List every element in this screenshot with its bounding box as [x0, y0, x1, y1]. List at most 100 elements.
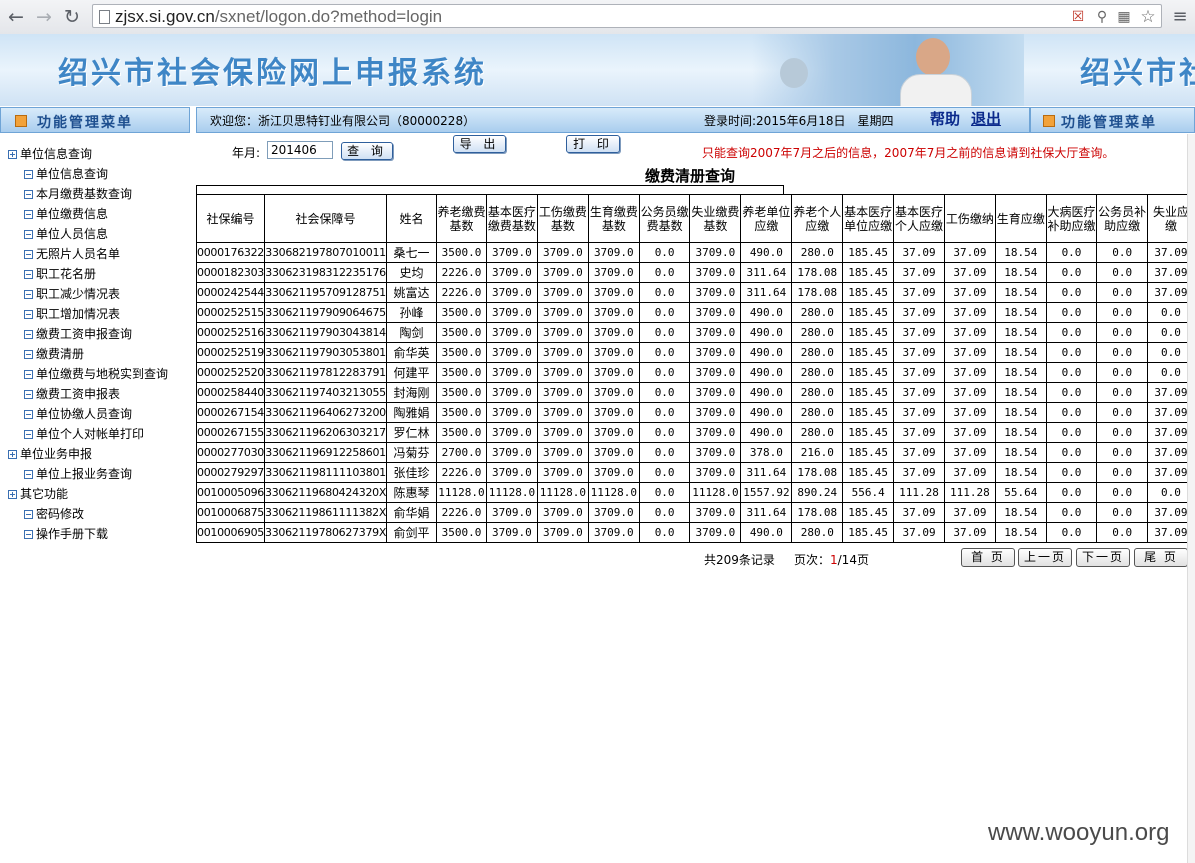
table-title: 缴费清册查询 — [645, 167, 736, 185]
first-page-button[interactable]: 首 页 — [961, 548, 1015, 567]
translate-icon[interactable]: ▦ — [1115, 9, 1133, 25]
table-cell: 3500.0 — [435, 382, 487, 403]
table-cell: 3709.0 — [689, 262, 742, 283]
bookmark-star-icon[interactable]: ☆ — [1139, 9, 1157, 26]
back-icon[interactable]: ← — [4, 5, 28, 29]
table-cell: 陶雅娟 — [386, 402, 437, 423]
table-cell: 3709.0 — [587, 342, 640, 363]
table-cell: 3709.0 — [689, 522, 742, 543]
table-cell: 330621196206303217 — [263, 422, 388, 443]
table-cell: 490.0 — [740, 522, 793, 543]
table-cell: 185.45 — [842, 322, 895, 343]
tree-item[interactable]: 单位个人对帐单打印 — [24, 426, 144, 442]
tree-item[interactable]: 无照片人员名单 — [24, 246, 120, 262]
function-menu-right[interactable]: 功能管理菜单 — [1030, 107, 1195, 133]
function-menu-left[interactable]: 功能管理菜单 — [0, 107, 190, 133]
table-cell: 3500.0 — [435, 342, 487, 363]
table-cell: 0.0 — [638, 482, 691, 503]
menu-icon[interactable]: ≡ — [1168, 5, 1192, 29]
tree-item[interactable]: 缴费工资申报查询 — [24, 326, 132, 342]
table-cell: 3709.0 — [536, 342, 589, 363]
table-cell: 37.09 — [943, 282, 996, 303]
table-cell: 0.0 — [1045, 462, 1098, 483]
table-cell: 185.45 — [842, 422, 895, 443]
tree-item[interactable]: 单位缴费信息 — [24, 206, 108, 222]
column-header: 失业缴费基数 — [689, 194, 742, 243]
table-cell: 0.0 — [638, 362, 691, 383]
collapse-icon — [24, 350, 33, 359]
table-cell: 185.45 — [842, 362, 895, 383]
table-cell: 3709.0 — [485, 522, 538, 543]
table-cell: 3500.0 — [435, 242, 487, 263]
tree-item[interactable]: 缴费工资申报表 — [24, 386, 120, 402]
table-cell: 2700.0 — [435, 442, 487, 463]
table-cell: 0.0 — [638, 282, 691, 303]
tree-item[interactable]: 单位协缴人员查询 — [24, 406, 132, 422]
tree-item[interactable]: 单位上报业务查询 — [24, 466, 132, 482]
table-cell: 3709.0 — [689, 322, 742, 343]
tree-group-business[interactable]: 单位业务申报 — [8, 446, 92, 462]
table-cell: 280.0 — [791, 302, 844, 323]
tree-item[interactable]: 单位信息查询 — [24, 166, 108, 182]
table-cell: 18.54 — [994, 442, 1047, 463]
help-link[interactable]: 帮助 — [930, 108, 960, 129]
table-row: 0000182303 330623198312235176 史均 2226.0 3709… — [196, 262, 1195, 283]
table-cell: 3709.0 — [536, 302, 589, 323]
next-page-button[interactable]: 下一页 — [1076, 548, 1130, 567]
record-count: 共209条记录 — [704, 553, 775, 567]
tree-group-unit-info[interactable]: 单位信息查询 — [8, 146, 92, 162]
table-cell: 3709.0 — [536, 442, 589, 463]
reload-icon[interactable]: ↻ — [60, 5, 84, 29]
table-cell: 0.0 — [638, 402, 691, 423]
export-button[interactable]: 导 出 — [453, 135, 506, 153]
key-icon[interactable]: ⚲ — [1093, 9, 1111, 25]
table-cell: 0.0 — [1096, 342, 1148, 363]
last-page-button[interactable]: 尾 页 — [1134, 548, 1188, 567]
table-cell: 3709.0 — [587, 322, 640, 343]
table-cell: 330621196912258601 — [263, 442, 388, 463]
table-cell: 0.0 — [1096, 282, 1148, 303]
popup-blocked-icon[interactable]: ☒ — [1069, 9, 1087, 25]
banner-person-body — [900, 74, 972, 106]
table-cell: 18.54 — [994, 422, 1047, 443]
tree-item[interactable]: 职工减少情况表 — [24, 286, 120, 302]
query-button[interactable]: 查 询 — [341, 142, 393, 160]
logout-link[interactable]: 退出 — [971, 108, 1001, 129]
tree-item[interactable]: 本月缴费基数查询 — [24, 186, 132, 202]
prev-page-button[interactable]: 上一页 — [1018, 548, 1072, 567]
table-cell: 490.0 — [740, 362, 793, 383]
vertical-scrollbar[interactable] — [1187, 134, 1195, 863]
table-cell: 37.09 — [893, 262, 945, 283]
tree-item[interactable]: 单位缴费与地税实到查询 — [24, 366, 168, 382]
table-cell: 0000182303 — [196, 262, 265, 283]
table-cell: 0.0 — [1096, 482, 1148, 503]
forward-icon[interactable]: → — [32, 5, 56, 29]
table-cell: 37.09 — [893, 342, 945, 363]
tree-item[interactable]: 职工花名册 — [24, 266, 96, 282]
table-cell: 330682197807010011 — [263, 242, 388, 263]
table-cell: 3709.0 — [485, 282, 538, 303]
tree-item[interactable]: 职工增加情况表 — [24, 306, 120, 322]
tree-item[interactable]: 操作手册下载 — [24, 526, 108, 542]
table-cell: 3709.0 — [587, 442, 640, 463]
table-cell: 何建平 — [386, 362, 437, 383]
month-input[interactable] — [267, 141, 333, 159]
tree-item[interactable]: 单位人员信息 — [24, 226, 108, 242]
table-cell: 0.0 — [638, 302, 691, 323]
column-header: 社保编号 — [196, 194, 265, 243]
page-icon — [99, 10, 110, 24]
print-button[interactable]: 打 印 — [566, 135, 620, 153]
table-cell: 0.0 — [1096, 402, 1148, 423]
table-cell: 0.0 — [1096, 302, 1148, 323]
table-cell: 37.09 — [943, 342, 996, 363]
address-bar[interactable]: zjsx.si.gov.cn/sxnet/logon.do?method=log… — [92, 4, 1162, 28]
pager-info: 共209条记录 页次：1/14页 — [704, 551, 869, 568]
expand-icon — [8, 450, 17, 459]
table-cell: 0000267155 — [196, 422, 265, 443]
tree-item[interactable]: 密码修改 — [24, 506, 84, 522]
tree-group-other[interactable]: 其它功能 — [8, 486, 68, 502]
tree-item[interactable]: 缴费清册 — [24, 346, 84, 362]
table-cell: 37.09 — [943, 302, 996, 323]
table-cell: 1557.92 — [740, 482, 793, 503]
table-cell: 37.09 — [893, 302, 945, 323]
